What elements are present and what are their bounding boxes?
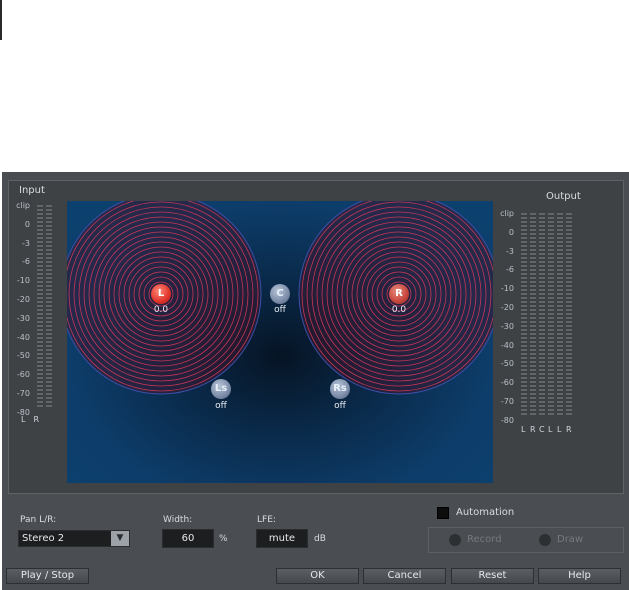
- lfe-label: LFE:: [257, 515, 276, 525]
- input-scale-tick: 0: [24, 219, 30, 229]
- pan-label: Pan L/R:: [20, 515, 57, 525]
- output-scale-tick: -3: [506, 246, 514, 256]
- input-scale-tick: -60: [16, 370, 30, 380]
- input-bar-l: [37, 205, 43, 407]
- input-scale-tick: clip: [16, 201, 30, 210]
- channel-C-value: off: [274, 305, 286, 315]
- output-bar-5: [557, 213, 563, 415]
- pan-select[interactable]: Stereo 2 ▼: [18, 530, 130, 547]
- input-right-label: R: [33, 415, 40, 424]
- output-scale-tick: -60: [500, 378, 514, 388]
- input-scale-tick: -30: [16, 313, 30, 323]
- width-input[interactable]: 60: [162, 529, 214, 548]
- input-scale-tick: -40: [16, 332, 30, 342]
- input-bar-r: [46, 205, 52, 407]
- input-scale: clip 0 -3 -6 -10 -20 -30 -40 -50 -60 -70 -80: [11, 201, 33, 427]
- output-channel-label: C: [539, 425, 545, 434]
- channel-Ls-handle[interactable]: Ls: [211, 379, 231, 399]
- automation-label: Automation: [456, 507, 515, 518]
- lfe-unit: dB: [314, 534, 326, 544]
- ok-button[interactable]: OK: [276, 568, 359, 584]
- output-channel-label: R: [530, 425, 536, 434]
- automation-panel: Record Draw: [428, 527, 624, 553]
- output-bar-2: [530, 213, 536, 415]
- input-scale-tick: -6: [22, 257, 30, 267]
- output-scale-tick: -80: [500, 415, 514, 425]
- output-scale-tick: clip: [500, 209, 514, 218]
- reset-button[interactable]: Reset: [451, 568, 534, 584]
- output-bar-4: [548, 213, 554, 415]
- input-scale-tick: -3: [22, 238, 30, 248]
- output-scale-tick: -20: [500, 302, 514, 312]
- pan-select-value: Stereo 2: [22, 533, 65, 544]
- output-bars: [521, 213, 572, 415]
- channel-Ls-value: off: [215, 401, 227, 411]
- output-scale-tick: 0: [508, 227, 514, 237]
- input-bars: [37, 205, 52, 407]
- lfe-input[interactable]: mute: [256, 529, 308, 548]
- channel-Rs-value: off: [334, 401, 346, 411]
- output-bar-1: [521, 213, 527, 415]
- surround-panner-area[interactable]: L 0.0 R 0.0 C off Ls off Rs off: [67, 201, 493, 483]
- output-scale-tick: -10: [500, 284, 514, 294]
- cancel-button[interactable]: Cancel: [363, 568, 446, 584]
- panner-frame: Input clip 0 -3 -6 -10 -20 -30 -40 -50 -60 -70 -80 …: [8, 180, 624, 494]
- output-scale-tick: -30: [500, 321, 514, 331]
- channel-R-handle[interactable]: R: [389, 284, 409, 304]
- input-title: Input: [19, 185, 45, 196]
- input-scale-tick: -50: [16, 351, 30, 361]
- automation-checkbox[interactable]: [437, 507, 449, 519]
- output-scale-tick: -70: [500, 396, 514, 406]
- panner-rings: [67, 201, 493, 395]
- output-channel-labels: LRCLLR: [521, 425, 572, 434]
- output-scale: clip 0 -3 -6 -10 -20 -30 -40 -50 -60 -70 -80: [495, 209, 517, 435]
- input-scale-tick: -10: [16, 276, 30, 286]
- record-radio[interactable]: [449, 534, 461, 546]
- channel-C-handle[interactable]: C: [270, 284, 290, 304]
- record-label: Record: [467, 534, 502, 545]
- input-left-label: L: [21, 415, 26, 424]
- width-label: Width:: [163, 515, 193, 525]
- output-channel-label: L: [521, 425, 526, 434]
- play-stop-button[interactable]: Play / Stop: [6, 568, 89, 584]
- draw-label: Draw: [557, 534, 584, 545]
- input-scale-tick: -70: [16, 388, 30, 398]
- channel-R-value: 0.0: [391, 305, 407, 315]
- output-channel-label: L: [557, 425, 562, 434]
- draw-radio[interactable]: [539, 534, 551, 546]
- output-scale-tick: -40: [500, 340, 514, 350]
- channel-L-handle[interactable]: L: [151, 284, 171, 304]
- help-button[interactable]: Help: [538, 568, 621, 584]
- input-lr-labels: L R: [21, 415, 39, 424]
- corner-mark: [0, 0, 2, 40]
- output-scale-tick: -50: [500, 359, 514, 369]
- output-title: Output: [546, 191, 581, 202]
- output-channel-label: L: [548, 425, 553, 434]
- output-bar-6: [566, 213, 572, 415]
- output-channel-label: R: [566, 425, 572, 434]
- channel-L-value: 0.0: [153, 305, 169, 315]
- chevron-down-icon[interactable]: ▼: [111, 531, 129, 546]
- input-scale-tick: -20: [16, 294, 30, 304]
- output-bar-3: [539, 213, 545, 415]
- width-unit: %: [219, 534, 228, 544]
- channel-Rs-handle[interactable]: Rs: [330, 379, 350, 399]
- output-scale-tick: -6: [506, 265, 514, 275]
- surround-panner-dialog: Input clip 0 -3 -6 -10 -20 -30 -40 -50 -60 -70 -80 …: [2, 172, 629, 590]
